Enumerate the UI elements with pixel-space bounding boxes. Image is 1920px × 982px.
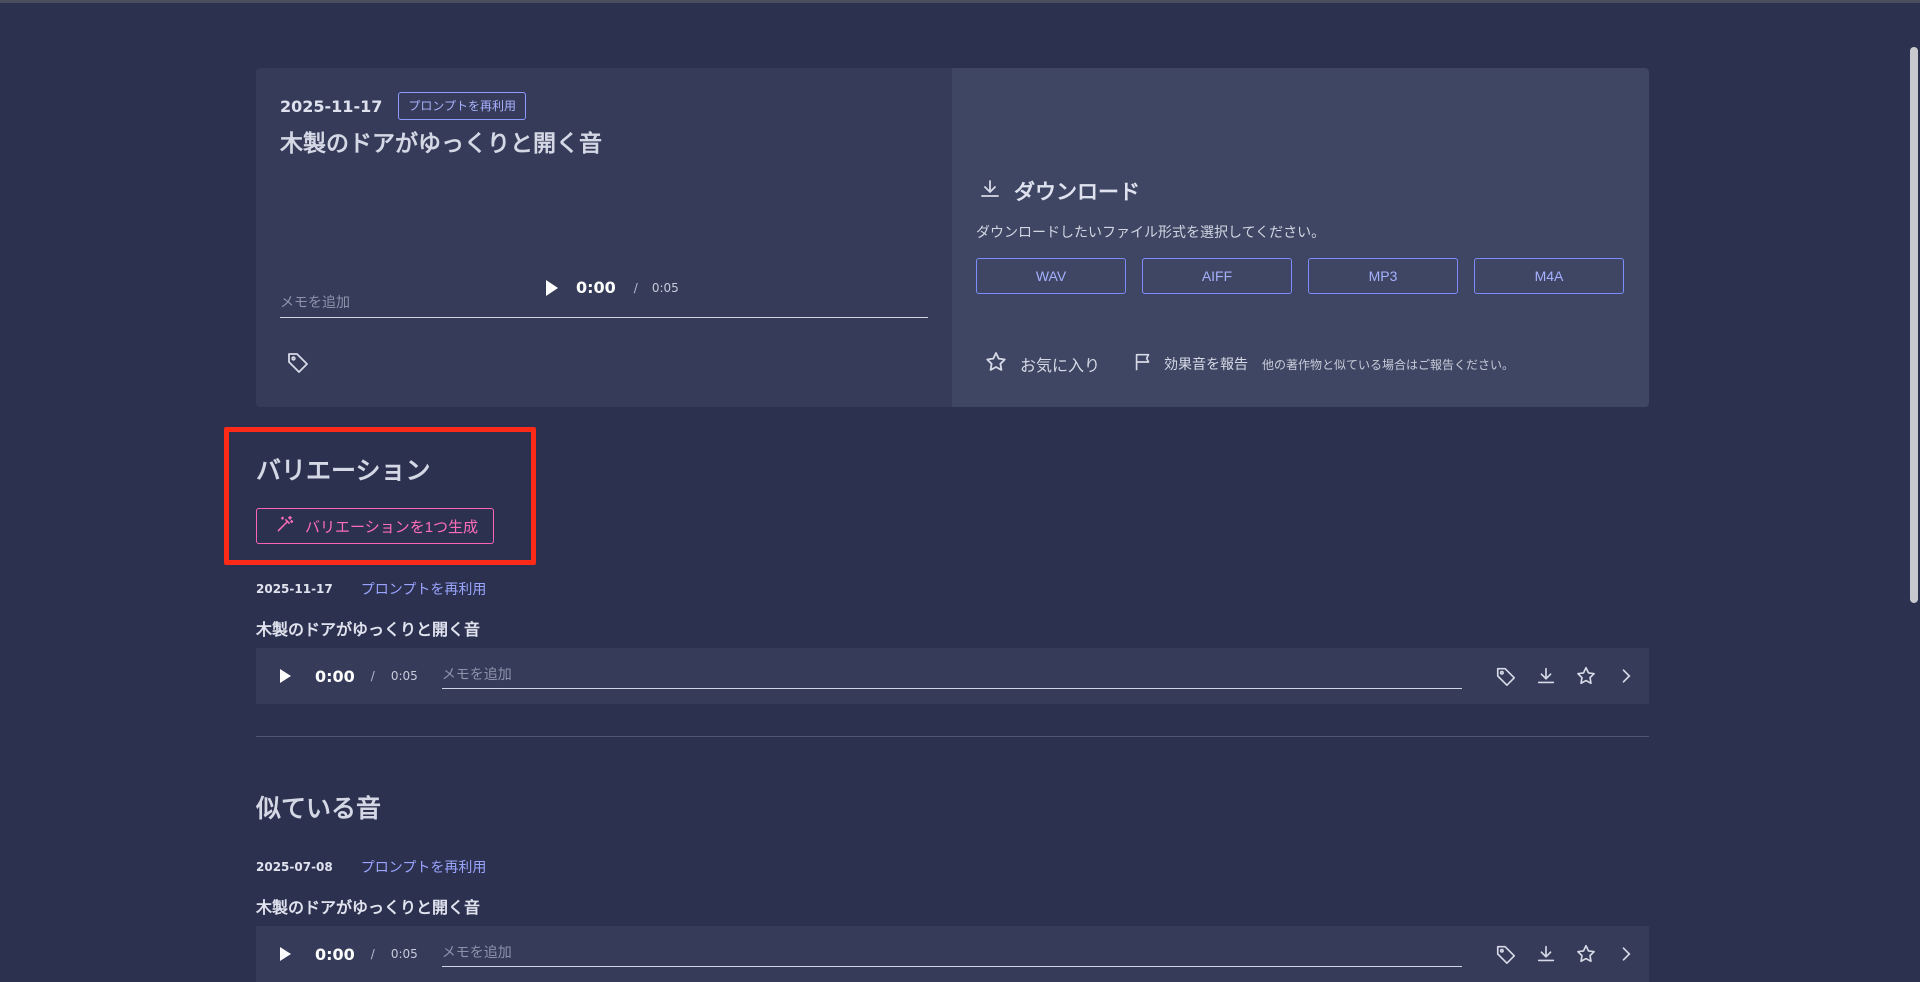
sound-detail-card: 2025-11-17 プロンプトを再利用 木製のドアがゆっくりと開く音 0:00… — [256, 68, 1649, 407]
chevron-right-icon[interactable] — [1614, 942, 1638, 966]
memo-placeholder: メモを追加 — [441, 944, 512, 961]
sound-detail-panel: 2025-11-17 プロンプトを再利用 木製のドアがゆっくりと開く音 0:00… — [256, 68, 952, 407]
similar-item-row: 0:00 / 0:05 メモを追加 — [256, 926, 1649, 982]
star-icon — [984, 350, 1008, 378]
favorite-button[interactable]: お気に入り — [984, 350, 1100, 378]
similar-item-date: 2025-07-08 — [256, 860, 333, 874]
download-header: ダウンロード — [978, 176, 1140, 206]
window-top-border — [0, 0, 1920, 3]
download-icon — [978, 177, 1002, 205]
highlight-box — [224, 427, 536, 565]
variation-item-meta: 2025-11-17 プロンプトを再利用 — [256, 579, 486, 599]
report-note: 他の著作物と似ている場合はご報告ください。 — [1262, 357, 1515, 372]
favorite-label: お気に入り — [1020, 356, 1101, 375]
similar-item-meta: 2025-07-08 プロンプトを再利用 — [256, 857, 486, 877]
duration: 0:05 — [390, 669, 418, 683]
sound-title: 木製のドアがゆっくりと開く音 — [280, 131, 602, 157]
format-m4a-button[interactable]: M4A — [1474, 258, 1624, 294]
magic-wand-icon — [275, 514, 295, 538]
similar-reuse-prompt-link[interactable]: プロンプトを再利用 — [361, 857, 487, 877]
download-panel: ダウンロード ダウンロードしたいファイル形式を選択してください。 WAV AIF… — [952, 68, 1649, 407]
download-title: ダウンロード — [1014, 180, 1140, 204]
similar-item-title: 木製のドアがゆっくりと開く音 — [256, 898, 481, 917]
tag-icon[interactable] — [286, 350, 312, 376]
memo-placeholder: メモを追加 — [441, 666, 512, 683]
tag-icon[interactable] — [1494, 942, 1518, 966]
generate-variation-label: バリエーションを1つ生成 — [305, 518, 479, 536]
similar-title: 似ている音 — [256, 794, 382, 823]
row-actions — [1494, 942, 1638, 966]
sound-actions: お気に入り 効果音を報告 他の著作物と似ている場合はご報告ください。 — [984, 350, 1514, 378]
memo-placeholder: メモを追加 — [280, 295, 350, 311]
scrollbar-track[interactable] — [1908, 3, 1920, 950]
variation-item-row: 0:00 / 0:05 メモを追加 — [256, 648, 1649, 704]
format-buttons: WAV AIFF MP3 M4A — [976, 258, 1624, 294]
scrollbar-thumb[interactable] — [1910, 47, 1918, 603]
star-icon[interactable] — [1574, 664, 1598, 688]
tag-icon[interactable] — [1494, 664, 1518, 688]
star-icon[interactable] — [1574, 942, 1598, 966]
row-actions — [1494, 664, 1638, 688]
sound-meta: 2025-11-17 プロンプトを再利用 — [280, 92, 526, 120]
generate-variation-button[interactable]: バリエーションを1つ生成 — [256, 508, 494, 544]
sound-date: 2025-11-17 — [280, 96, 383, 116]
variations-title: バリエーション — [256, 456, 431, 485]
memo-input[interactable]: メモを追加 — [441, 942, 1462, 967]
time-separator: / — [370, 947, 375, 961]
report-button[interactable]: 効果音を報告 — [1132, 351, 1248, 377]
format-wav-button[interactable]: WAV — [976, 258, 1126, 294]
format-mp3-button[interactable]: MP3 — [1308, 258, 1458, 294]
download-icon[interactable] — [1534, 664, 1558, 688]
variation-reuse-prompt-link[interactable]: プロンプトを再利用 — [361, 579, 487, 599]
current-time: 0:00 — [315, 666, 355, 686]
play-icon[interactable] — [280, 669, 291, 683]
memo-input[interactable]: メモを追加 — [441, 664, 1462, 689]
page-content: 2025-11-17 プロンプトを再利用 木製のドアがゆっくりと開く音 0:00… — [256, 68, 1649, 407]
current-time: 0:00 — [315, 944, 355, 964]
time-separator: / — [370, 669, 375, 683]
duration: 0:05 — [390, 947, 418, 961]
variation-item-title: 木製のドアがゆっくりと開く音 — [256, 620, 481, 639]
reuse-prompt-button[interactable]: プロンプトを再利用 — [398, 92, 526, 120]
format-aiff-button[interactable]: AIFF — [1142, 258, 1292, 294]
download-description: ダウンロードしたいファイル形式を選択してください。 — [976, 225, 1326, 241]
variation-item-date: 2025-11-17 — [256, 582, 333, 596]
section-divider — [256, 736, 1649, 737]
memo-input[interactable]: メモを追加 — [280, 292, 928, 318]
chevron-right-icon[interactable] — [1614, 664, 1638, 688]
play-icon[interactable] — [280, 947, 291, 961]
flag-icon — [1132, 351, 1154, 377]
download-icon[interactable] — [1534, 942, 1558, 966]
report-label: 効果音を報告 — [1164, 357, 1249, 373]
